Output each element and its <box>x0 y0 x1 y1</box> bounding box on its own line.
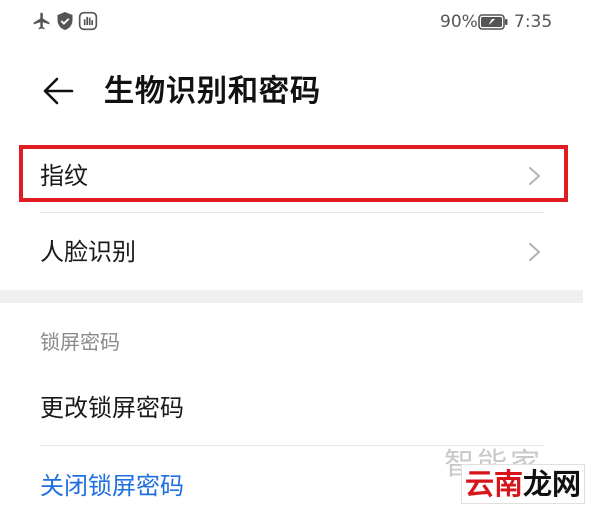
shield-icon <box>57 12 73 30</box>
page-title: 生物识别和密码 <box>104 74 321 109</box>
battery-percent: 90% <box>440 12 478 32</box>
watermark-text-red: 云南 <box>465 467 524 501</box>
page-header: 生物识别和密码 <box>0 60 599 124</box>
battery-icon <box>478 14 508 30</box>
section-separator <box>0 290 583 303</box>
face-recognition-row[interactable]: 人脸识别 <box>0 222 599 282</box>
disable-lock-password-label: 关闭锁屏密码 <box>40 472 184 500</box>
fingerprint-row[interactable]: 指纹 <box>0 150 599 202</box>
hand-icon <box>78 11 98 31</box>
watermark-text-black: 龙网 <box>523 467 582 501</box>
change-lock-password-row[interactable]: 更改锁屏密码 <box>0 380 599 436</box>
back-arrow-icon[interactable] <box>40 73 76 109</box>
watermark-logo: 云南龙网 <box>461 464 586 504</box>
face-recognition-label: 人脸识别 <box>40 238 136 266</box>
fingerprint-label: 指纹 <box>40 162 88 190</box>
change-lock-password-label: 更改锁屏密码 <box>40 394 184 422</box>
section-title-lock-screen: 锁屏密码 <box>40 330 120 354</box>
divider <box>40 212 544 213</box>
chevron-right-icon <box>529 167 540 185</box>
chevron-right-icon <box>529 243 540 261</box>
airplane-icon <box>33 12 50 30</box>
clock: 7:35 <box>514 12 553 32</box>
status-bar: 90% 7:35 <box>0 0 599 44</box>
divider <box>40 445 544 446</box>
